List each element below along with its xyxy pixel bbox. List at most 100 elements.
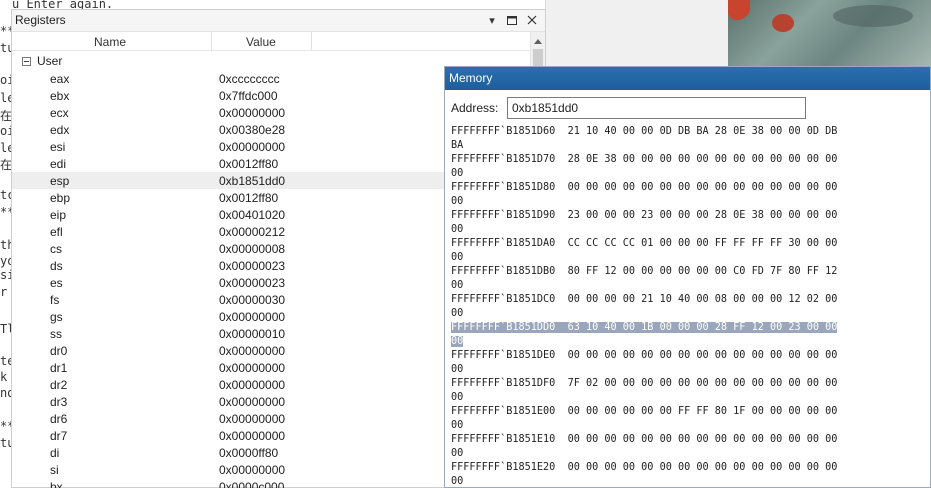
register-name: edx bbox=[50, 123, 70, 137]
column-value-header[interactable]: Value bbox=[246, 35, 276, 49]
memory-address: FFFFFFFF`B1851D70 bbox=[451, 154, 556, 165]
memory-address: FFFFFFFF`B1851D60 bbox=[451, 126, 556, 137]
register-name: ecx bbox=[50, 106, 69, 120]
register-value[interactable]: 0x0012ff80 bbox=[219, 157, 278, 171]
register-value[interactable]: 0x00000000 bbox=[219, 429, 285, 443]
memory-address: FFFFFFFF`B1851D80 bbox=[451, 182, 556, 193]
column-name-header[interactable]: Name bbox=[94, 35, 126, 49]
memory-address: FFFFFFFF`B1851DA0 bbox=[451, 238, 556, 249]
memory-bytes: 00 00 00 00 00 00 FF FF 80 1F 00 00 00 0… bbox=[567, 406, 838, 417]
register-value[interactable]: 0x00000000 bbox=[219, 140, 285, 154]
memory-bytes-wrap: 00 bbox=[451, 420, 464, 431]
register-name: fs bbox=[50, 293, 60, 307]
register-value[interactable]: 0x00000000 bbox=[219, 310, 285, 324]
register-value[interactable]: 0x00000000 bbox=[219, 344, 285, 358]
register-name: si bbox=[50, 463, 59, 477]
memory-line[interactable]: FFFFFFFF`B1851DC0 00 00 00 00 21 10 40 0… bbox=[451, 293, 921, 321]
memory-address: FFFFFFFF`B1851DC0 bbox=[451, 294, 556, 305]
register-value[interactable]: 0x0000c000 bbox=[219, 480, 284, 488]
register-value[interactable]: 0x00000212 bbox=[219, 225, 285, 239]
memory-address: FFFFFFFF`B1851DF0 bbox=[451, 378, 556, 389]
memory-bytes: 00 00 00 00 00 00 00 00 00 00 00 00 00 0… bbox=[567, 434, 838, 445]
register-name: di bbox=[50, 446, 60, 460]
background-text-fragment: k bbox=[0, 370, 8, 384]
memory-bytes: 00 00 00 00 21 10 40 00 08 00 00 00 12 0… bbox=[567, 294, 838, 305]
register-value[interactable]: 0x00380e28 bbox=[219, 123, 285, 137]
register-value[interactable]: 0x00000000 bbox=[219, 395, 285, 409]
register-value[interactable]: 0x00000000 bbox=[219, 378, 285, 392]
memory-line[interactable]: FFFFFFFF`B1851E00 00 00 00 00 00 00 FF F… bbox=[451, 405, 921, 433]
close-icon[interactable] bbox=[525, 12, 539, 28]
memory-titlebar[interactable]: Memory bbox=[445, 67, 930, 90]
memory-line[interactable]: FFFFFFFF`B1851D90 23 00 00 00 23 00 00 0… bbox=[451, 209, 921, 237]
memory-line[interactable]: FFFFFFFF`B1851E20 00 00 00 00 00 00 00 0… bbox=[451, 461, 921, 488]
memory-address: FFFFFFFF`B1851D90 bbox=[451, 210, 556, 221]
memory-bytes: 00 00 00 00 00 00 00 00 00 00 00 00 00 0… bbox=[567, 462, 838, 473]
register-value[interactable]: 0x00000008 bbox=[219, 242, 285, 256]
memory-bytes-wrap: 00 bbox=[451, 476, 464, 487]
register-value[interactable]: 0x00000000 bbox=[219, 106, 285, 120]
register-value[interactable]: 0x00000023 bbox=[219, 259, 285, 273]
memory-bytes-wrap: 00 bbox=[451, 280, 464, 291]
register-name: eip bbox=[50, 208, 67, 222]
register-name: dr2 bbox=[50, 378, 68, 392]
scroll-up-icon[interactable] bbox=[534, 39, 542, 44]
registers-column-header: Name Value bbox=[12, 32, 532, 51]
register-value[interactable]: 0x00000000 bbox=[219, 361, 285, 375]
memory-line[interactable]: FFFFFFFF`B1851DF0 7F 02 00 00 00 00 00 0… bbox=[451, 377, 921, 405]
register-name: dr7 bbox=[50, 429, 68, 443]
register-name: ss bbox=[50, 327, 62, 341]
memory-address: FFFFFFFF`B1851E10 bbox=[451, 434, 556, 445]
memory-line[interactable]: FFFFFFFF`B1851DE0 00 00 00 00 00 00 00 0… bbox=[451, 349, 921, 377]
memory-bytes: 7F 02 00 00 00 00 00 00 00 00 00 00 00 0… bbox=[567, 378, 838, 389]
memory-title: Memory bbox=[449, 71, 493, 85]
register-value[interactable]: 0x0000ff80 bbox=[219, 446, 278, 460]
register-value[interactable]: 0x00401020 bbox=[219, 208, 285, 222]
register-value[interactable]: 0xb1851dd0 bbox=[219, 174, 285, 188]
memory-line[interactable]: FFFFFFFF`B1851E10 00 00 00 00 00 00 00 0… bbox=[451, 433, 921, 461]
memory-line[interactable]: FFFFFFFF`B1851D70 28 0E 38 00 00 00 00 0… bbox=[451, 153, 921, 181]
address-label: Address: bbox=[451, 101, 499, 115]
memory-bytes-wrap: 00 bbox=[451, 392, 464, 403]
register-group-label: User bbox=[37, 54, 63, 68]
memory-line[interactable]: FFFFFFFF`B1851D60 21 10 40 00 00 0D DB B… bbox=[451, 125, 921, 153]
register-name: esp bbox=[50, 174, 70, 188]
register-value[interactable]: 0x00000010 bbox=[219, 327, 285, 341]
register-value[interactable]: 0x00000000 bbox=[219, 412, 285, 426]
background-window-area bbox=[545, 0, 728, 68]
memory-bytes-wrap: 00 bbox=[451, 308, 464, 319]
register-value[interactable]: 0xcccccccc bbox=[219, 72, 280, 86]
register-name: eax bbox=[50, 72, 70, 86]
memory-line[interactable]: FFFFFFFF`B1851DA0 CC CC CC CC 01 00 00 0… bbox=[451, 237, 921, 265]
memory-address: FFFFFFFF`B1851DD0 bbox=[451, 322, 556, 333]
register-name: gs bbox=[50, 310, 63, 324]
register-value[interactable]: 0x00000000 bbox=[219, 463, 285, 477]
maximize-icon[interactable] bbox=[505, 12, 519, 28]
memory-bytes: 21 10 40 00 00 0D DB BA 28 0E 38 00 00 0… bbox=[567, 126, 838, 137]
memory-bytes: CC CC CC CC 01 00 00 00 FF FF FF FF 30 0… bbox=[567, 238, 838, 249]
register-name: edi bbox=[50, 157, 67, 171]
register-name: dr1 bbox=[50, 361, 68, 375]
background-text-fragment: r bbox=[0, 285, 8, 299]
memory-line[interactable]: FFFFFFFF`B1851DD0 63 10 40 00 1B 00 00 0… bbox=[451, 321, 921, 349]
memory-bytes-wrap: 00 bbox=[451, 364, 464, 375]
memory-line[interactable]: FFFFFFFF`B1851D80 00 00 00 00 00 00 00 0… bbox=[451, 181, 921, 209]
register-value[interactable]: 0x00000030 bbox=[219, 293, 285, 307]
register-value[interactable]: 0x7ffdc000 bbox=[219, 89, 278, 103]
registers-titlebar[interactable]: Registers ▾ bbox=[12, 10, 545, 32]
register-name: ds bbox=[50, 259, 63, 273]
memory-bytes: 00 00 00 00 00 00 00 00 00 00 00 00 00 0… bbox=[567, 350, 838, 361]
collapse-icon[interactable] bbox=[22, 56, 31, 66]
register-group-user[interactable]: User bbox=[22, 54, 62, 68]
memory-bytes-wrap: 00 bbox=[451, 196, 464, 207]
register-name: efl bbox=[50, 225, 63, 239]
memory-address: FFFFFFFF`B1851E20 bbox=[451, 462, 556, 473]
dropdown-icon[interactable]: ▾ bbox=[485, 12, 499, 28]
address-input[interactable] bbox=[507, 97, 806, 119]
register-value[interactable]: 0x00000023 bbox=[219, 276, 285, 290]
register-value[interactable]: 0x0012ff80 bbox=[219, 191, 278, 205]
memory-bytes-wrap: 00 bbox=[451, 224, 464, 235]
register-name: ebp bbox=[50, 191, 71, 205]
memory-bytes-wrap: BA bbox=[451, 140, 464, 151]
memory-line[interactable]: FFFFFFFF`B1851DB0 80 FF 12 00 00 00 00 0… bbox=[451, 265, 921, 293]
